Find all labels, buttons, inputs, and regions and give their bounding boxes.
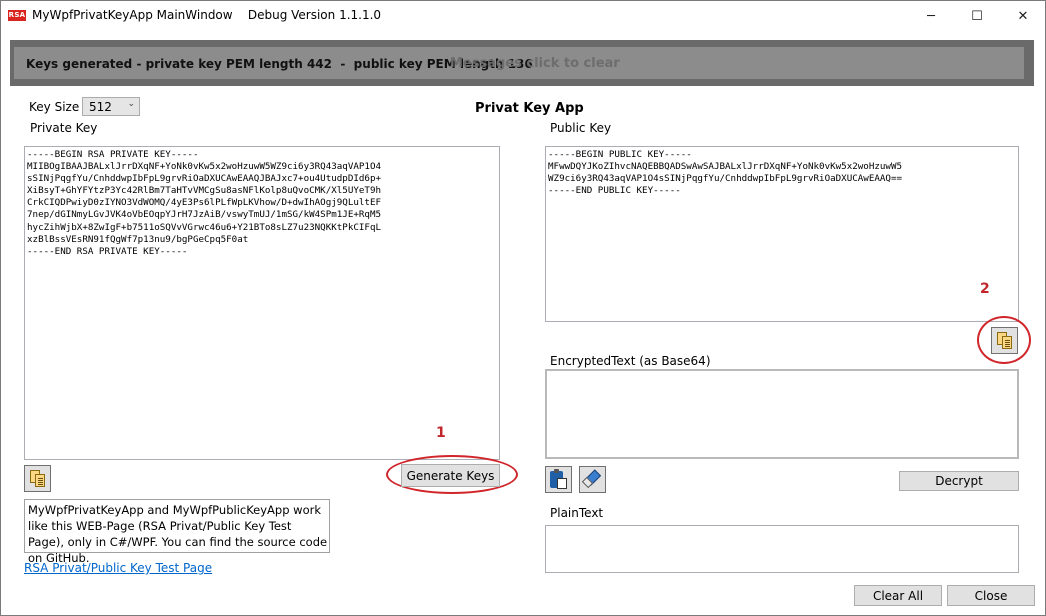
- private-key-textbox[interactable]: -----BEGIN RSA PRIVATE KEY----- MIIBOgIB…: [24, 146, 500, 460]
- minimize-button[interactable]: ─: [908, 0, 954, 32]
- key-size-select[interactable]: 512 ⌄: [82, 97, 140, 116]
- clear-encrypted-button[interactable]: [579, 466, 606, 493]
- message-hint[interactable]: Messages click to clear: [450, 56, 620, 71]
- encrypted-text-input[interactable]: [545, 369, 1019, 459]
- encrypted-text-label: EncryptedText (as Base64): [550, 354, 711, 368]
- app-heading: Privat Key App: [475, 101, 584, 116]
- public-key-text: -----BEGIN PUBLIC KEY----- MFwwDQYJKoZIh…: [548, 149, 903, 197]
- eraser-icon: [580, 467, 605, 492]
- paste-icon: [546, 467, 571, 492]
- generate-keys-button[interactable]: Generate Keys: [401, 464, 500, 487]
- copy-icon: [992, 328, 1017, 353]
- key-size-value: 512: [89, 100, 112, 114]
- info-box: MyWpfPrivatKeyApp and MyWpfPublicKeyApp …: [24, 499, 330, 565]
- annotation-number-1: 1: [436, 425, 446, 441]
- app-icon: RSA: [8, 10, 26, 21]
- public-key-label: Public Key: [550, 121, 612, 135]
- copy-icon: [25, 466, 50, 491]
- key-size-label: Key Size: [29, 100, 80, 114]
- decrypt-button[interactable]: Decrypt: [899, 471, 1019, 491]
- copy-private-key-button[interactable]: [24, 465, 51, 492]
- annotation-number-2: 2: [980, 281, 990, 297]
- rsa-test-page-link[interactable]: RSA Privat/Public Key Test Page: [24, 561, 212, 575]
- clear-all-button[interactable]: Clear All: [854, 585, 942, 606]
- close-window-button[interactable]: ✕: [1000, 0, 1046, 32]
- close-button[interactable]: Close: [947, 585, 1035, 606]
- paste-button[interactable]: [545, 466, 572, 493]
- public-key-textbox[interactable]: -----BEGIN PUBLIC KEY----- MFwwDQYJKoZIh…: [545, 146, 1019, 322]
- plaintext-label: PlainText: [550, 506, 604, 520]
- copy-public-key-button[interactable]: [991, 327, 1018, 354]
- info-text: MyWpfPrivatKeyApp and MyWpfPublicKeyApp …: [28, 503, 328, 565]
- plaintext-input[interactable]: [545, 525, 1019, 573]
- private-key-text: -----BEGIN RSA PRIVATE KEY----- MIIBOgIB…: [27, 149, 382, 257]
- maximize-button[interactable]: ☐: [954, 0, 1000, 32]
- private-key-label: Private Key: [30, 121, 98, 135]
- window-title: MyWpfPrivatKeyApp MainWindow Debug Versi…: [32, 8, 382, 22]
- chevron-down-icon: ⌄: [127, 99, 135, 109]
